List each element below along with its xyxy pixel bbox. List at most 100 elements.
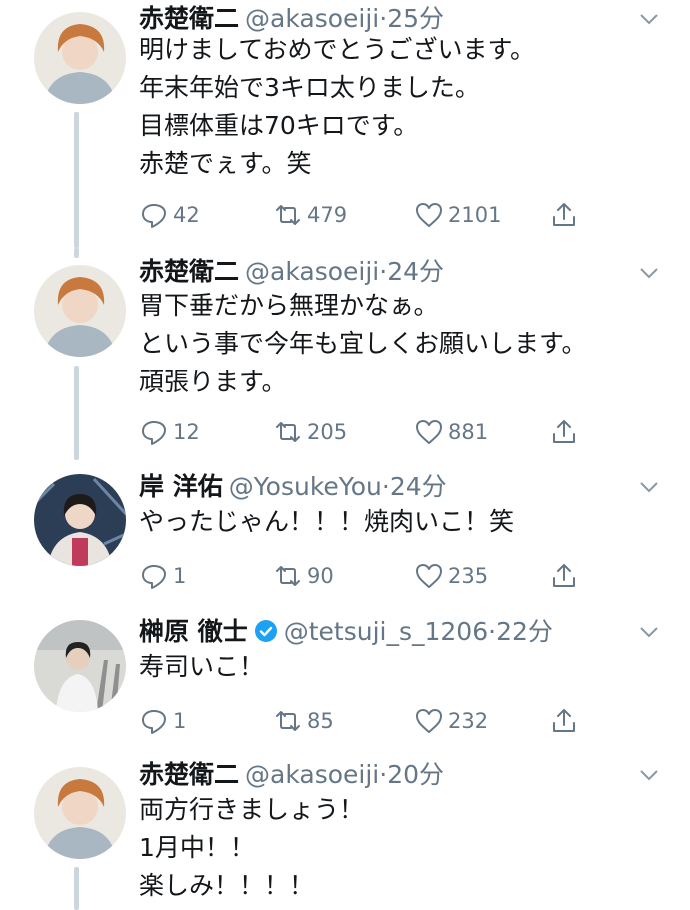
tweet[interactable]: 赤楚衛二 @akasoeiji·20分 両方行きましょう！ 1月中！！ 楽しみ！！… [0, 755, 690, 910]
timestamp[interactable]: 24分 [390, 472, 447, 501]
tweet-line: 胃下垂だから無理かなぁ。 [139, 291, 439, 320]
like-button[interactable]: 235 [414, 559, 488, 593]
like-button[interactable]: 232 [414, 704, 488, 738]
thread-line [74, 867, 79, 910]
tweet-line: という事で今年も宜しくお願いします。 [139, 329, 587, 358]
retweet-button[interactable]: 90 [273, 559, 334, 593]
user-handle[interactable]: @akasoeiji [245, 760, 379, 789]
share-icon [553, 420, 575, 443]
tweet-text: やったじゃん！！！焼肉いこ！笑 [139, 503, 514, 541]
tweet[interactable]: 赤楚衛二 @akasoeiji·25分 明けましておめでとうございます。 年末年始… [0, 0, 690, 260]
timestamp[interactable]: 25分 [387, 4, 444, 33]
tweet[interactable]: 榊原 徹士 @tetsuji_s_1206·22分 寿司いこ！ 1 85 232 [0, 607, 690, 755]
display-name[interactable]: 岸 洋佑 [139, 472, 223, 501]
avatar[interactable] [34, 265, 126, 357]
tweet[interactable]: 赤楚衛二 @akasoeiji·24分 胃下垂だから無理かなぁ。 という事で今年も… [0, 248, 690, 462]
action-bar: 42 479 2101 [139, 198, 599, 232]
avatar[interactable] [34, 620, 126, 712]
tweet-text: 胃下垂だから無理かなぁ。 という事で今年も宜しくお願いします。 頑張ります。 [139, 287, 587, 401]
like-button[interactable]: 2101 [414, 198, 501, 232]
reply-icon [142, 421, 166, 445]
reply-count: 1 [173, 709, 187, 733]
display-name[interactable]: 赤楚衛二 [139, 760, 239, 789]
reply-count: 12 [173, 420, 200, 444]
share-icon [553, 203, 575, 226]
timestamp[interactable]: 22分 [496, 617, 553, 646]
tweet-line: 1月中！！ [139, 833, 255, 862]
action-bar: 1 90 235 [139, 559, 599, 593]
display-name[interactable]: 赤楚衛二 [139, 4, 239, 33]
retweet-count: 479 [307, 203, 348, 227]
avatar[interactable] [34, 12, 126, 104]
user-handle[interactable]: @akasoeiji [245, 4, 379, 33]
retweet-icon [276, 711, 300, 731]
reply-icon [142, 710, 166, 734]
tweet-line: 目標体重は70キロです。 [139, 111, 419, 140]
tweet-line: やったじゃん！！！焼肉いこ！笑 [139, 507, 515, 536]
retweet-button[interactable]: 205 [273, 415, 347, 449]
thread-line [74, 112, 79, 248]
tweet-line: 楽しみ！！！！ [139, 871, 315, 900]
reply-button[interactable]: 12 [139, 415, 200, 449]
like-count: 2101 [448, 203, 502, 227]
tweet-text: 明けましておめでとうございます。 年末年始で3キロ太りました。 目標体重は70キ… [139, 31, 535, 183]
user-handle[interactable]: @akasoeiji [245, 257, 379, 286]
retweet-icon [276, 422, 300, 442]
separator-dot: · [379, 760, 388, 789]
separator-dot: · [488, 617, 497, 646]
reply-icon [142, 565, 166, 589]
verified-badge-icon [254, 620, 277, 642]
action-bar: 1 85 232 [139, 704, 599, 738]
tweet-line: 赤楚でぇす。笑 [139, 149, 312, 178]
retweet-button[interactable]: 479 [273, 198, 347, 232]
tweet-line: 明けましておめでとうございます。 [139, 35, 536, 64]
like-count: 232 [448, 709, 489, 733]
like-icon [416, 420, 442, 444]
retweet-button[interactable]: 85 [273, 704, 334, 738]
separator-dot: · [379, 4, 388, 33]
share-icon [553, 564, 575, 587]
thread-line [74, 366, 79, 460]
reply-button[interactable]: 1 [139, 704, 186, 738]
tweet-header: 榊原 徹士 @tetsuji_s_1206·22分 [139, 617, 553, 647]
tweet-header: 赤楚衛二 @akasoeiji·25分 [139, 4, 444, 34]
tweet-header: 赤楚衛二 @akasoeiji·24分 [139, 257, 444, 287]
share-button[interactable] [549, 415, 583, 449]
retweet-count: 90 [307, 564, 334, 588]
tweet-header: 赤楚衛二 @akasoeiji·20分 [139, 760, 444, 790]
timestamp[interactable]: 20分 [387, 760, 444, 789]
timestamp[interactable]: 24分 [387, 257, 444, 286]
caret-down-icon[interactable] [636, 762, 662, 788]
thread-line [74, 248, 79, 258]
caret-down-icon[interactable] [636, 6, 662, 32]
caret-down-icon[interactable] [636, 260, 662, 286]
like-icon [416, 709, 442, 733]
reply-button[interactable]: 42 [139, 198, 200, 232]
share-button[interactable] [549, 559, 583, 593]
action-bar: 12 205 881 [139, 415, 599, 449]
share-button[interactable] [549, 704, 583, 738]
display-name[interactable]: 赤楚衛二 [139, 257, 239, 286]
caret-down-icon[interactable] [636, 619, 662, 645]
tweet-text: 寿司いこ！ [139, 648, 264, 686]
tweet-line: 年末年始で3キロ太りました。 [139, 73, 480, 102]
share-button[interactable] [549, 198, 583, 232]
user-handle[interactable]: @YosukeYou [229, 472, 382, 501]
user-handle[interactable]: @tetsuji_s_1206 [284, 617, 488, 646]
retweet-icon [276, 205, 300, 225]
like-count: 881 [448, 420, 489, 444]
separator-dot: · [379, 257, 388, 286]
caret-down-icon[interactable] [636, 474, 662, 500]
separator-dot: · [381, 472, 390, 501]
like-button[interactable]: 881 [414, 415, 488, 449]
tweet-line: 寿司いこ！ [139, 652, 265, 681]
avatar[interactable] [34, 474, 126, 566]
avatar[interactable] [34, 767, 126, 859]
like-icon [416, 203, 442, 227]
reply-button[interactable]: 1 [139, 559, 186, 593]
display-name[interactable]: 榊原 徹士 [139, 617, 248, 646]
like-icon [416, 564, 442, 588]
tweet[interactable]: 岸 洋佑 @YosukeYou·24分 やったじゃん！！！焼肉いこ！笑 1 90 … [0, 462, 690, 607]
like-count: 235 [448, 564, 489, 588]
reply-count: 42 [173, 203, 200, 227]
